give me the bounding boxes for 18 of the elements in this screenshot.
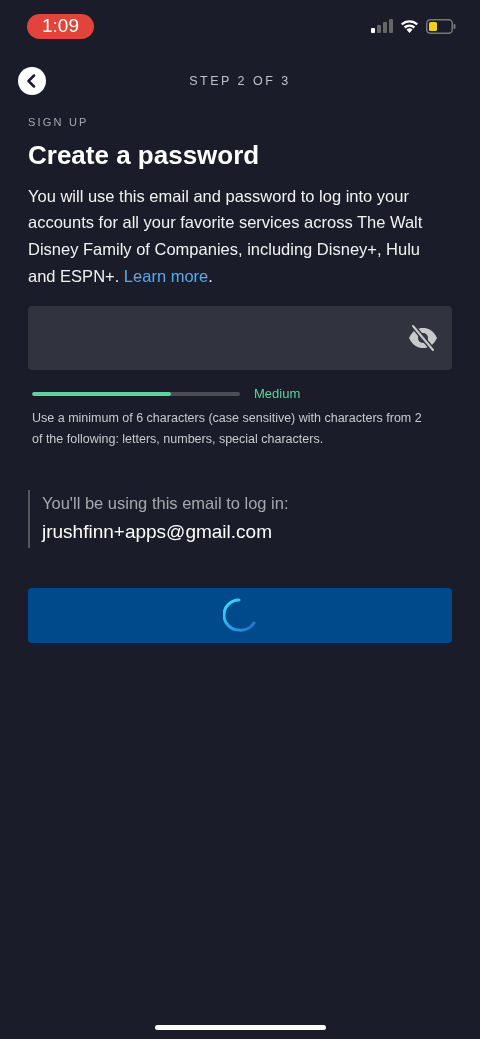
back-button[interactable] bbox=[18, 67, 46, 95]
wifi-icon bbox=[400, 19, 419, 33]
eyebrow-label: SIGN UP bbox=[28, 115, 90, 130]
eye-slash-icon[interactable] bbox=[408, 325, 438, 352]
learn-more-link[interactable]: Learn more bbox=[123, 266, 209, 285]
email-note-label: You'll be using this email to log in: bbox=[42, 492, 290, 514]
battery-icon bbox=[426, 18, 456, 34]
password-field[interactable] bbox=[28, 306, 452, 371]
status-time: 1:09 bbox=[27, 13, 94, 39]
page-title: Create a password bbox=[28, 138, 261, 171]
loading-spinner-icon bbox=[223, 597, 257, 634]
intro-paragraph: You will use this email and password to log into your accounts for all your favorite services across The Walt Disney Family of Companies, including Disney+, Hulu and ESPN+. Learn more. bbox=[28, 185, 424, 287]
chevron-left-icon bbox=[26, 74, 38, 88]
email-address: jrushfinn+apps@gmail.com bbox=[42, 519, 273, 544]
password-hint: Use a minimum of 6 characters (case sensitive) with characters from 2 of the following: letters, numbers, special characters. bbox=[31, 409, 423, 448]
signal-icon bbox=[371, 19, 393, 33]
step-indicator: STEP 2 OF 3 bbox=[189, 72, 291, 90]
strength-label: Medium bbox=[254, 385, 301, 404]
